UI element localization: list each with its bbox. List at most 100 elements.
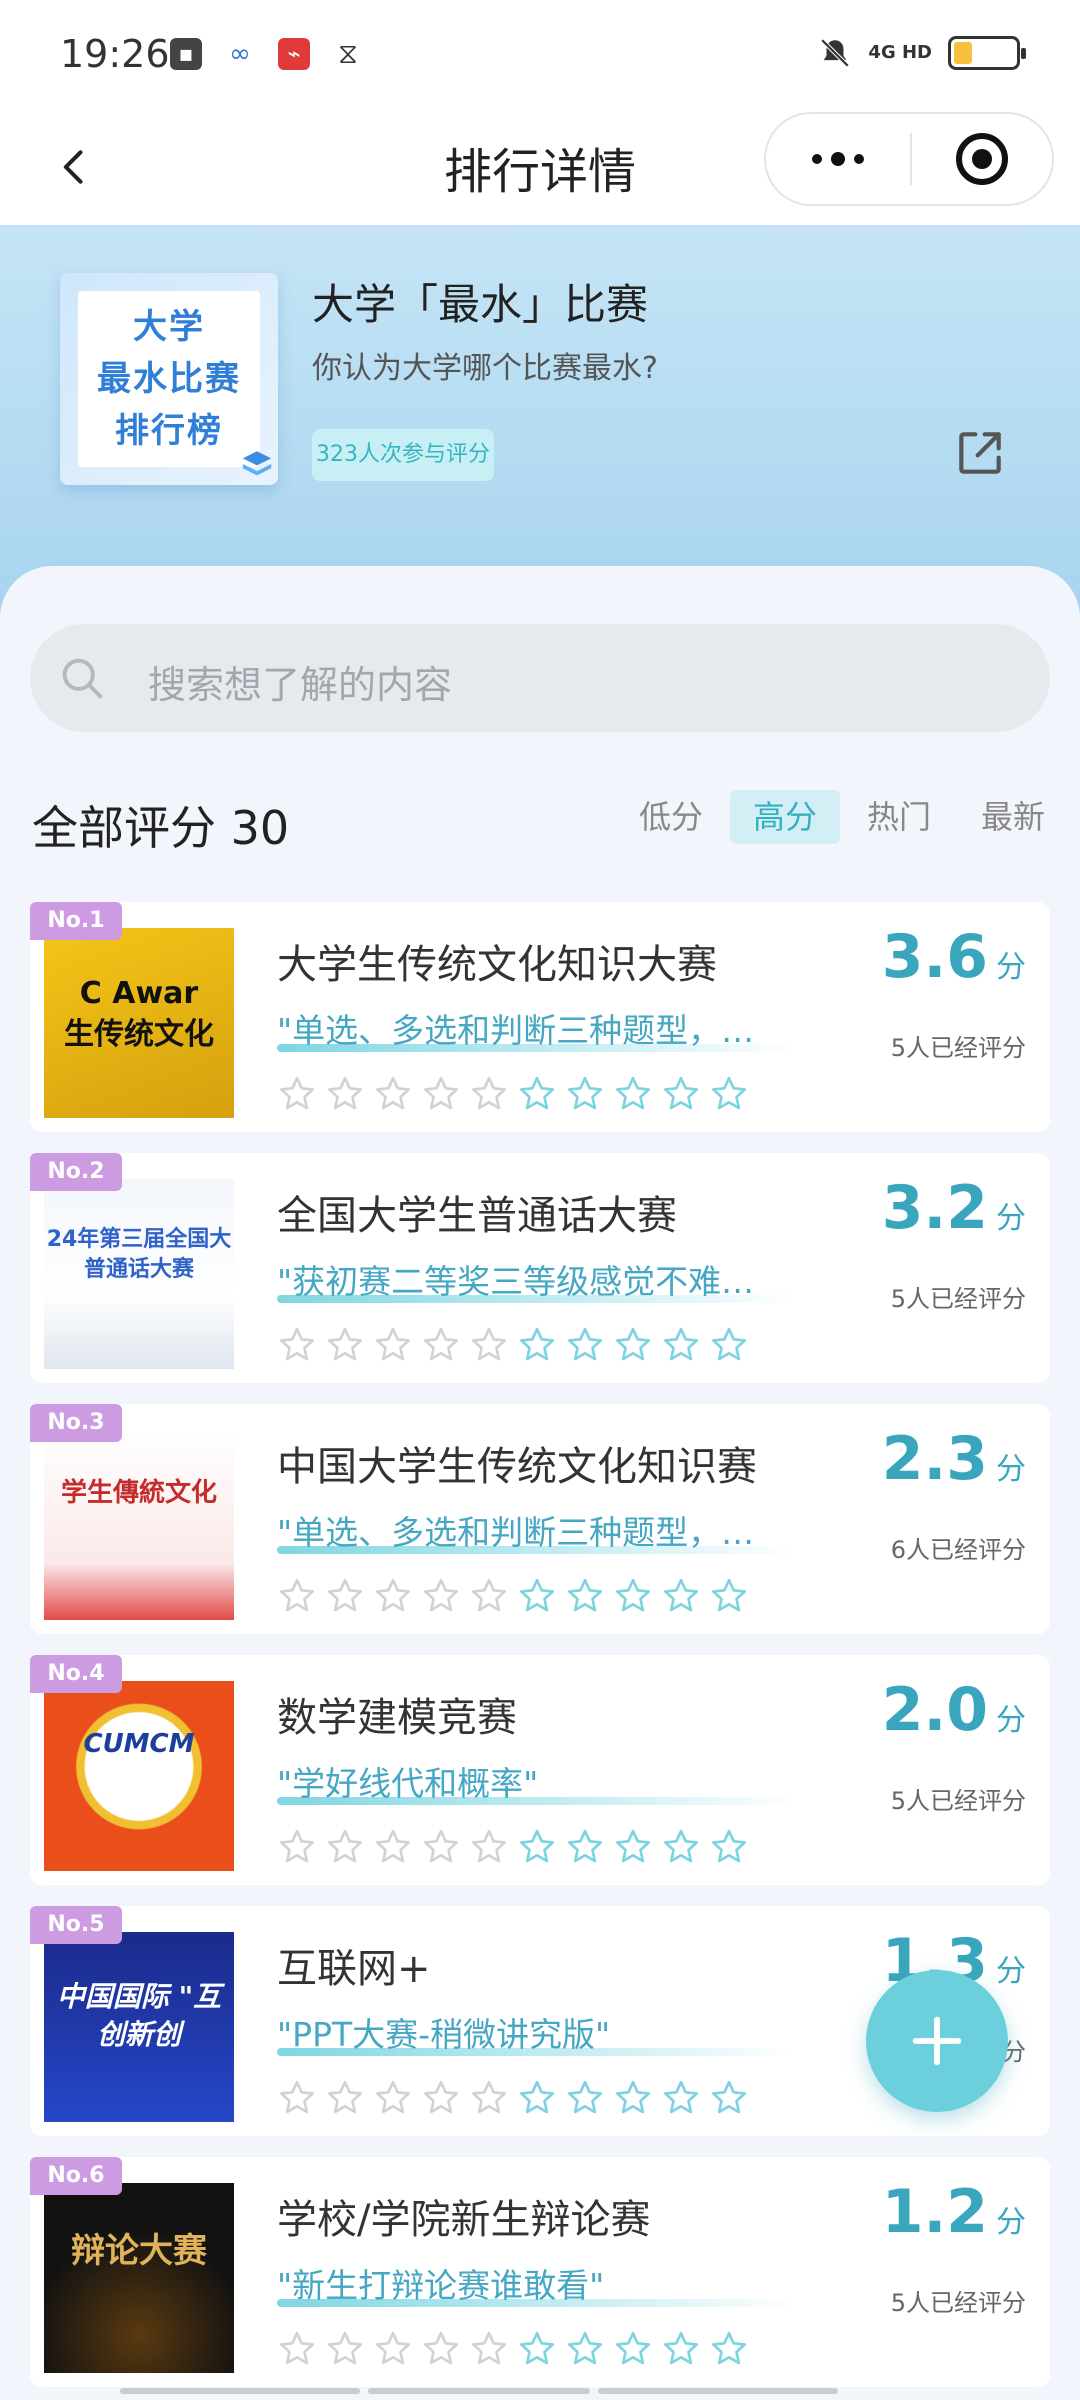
star-outline-icon[interactable] [277,2078,317,2118]
star-outline-icon[interactable] [613,2329,653,2369]
star-outline-icon[interactable] [421,2329,461,2369]
tab-high-score[interactable]: 高分 [730,790,840,844]
infinity-icon: ∞ [229,39,251,69]
item-top-comment[interactable]: "获初赛二等奖三等级感觉不难… [277,1255,797,1303]
star-outline-icon[interactable] [709,1074,749,1114]
star-outline-icon[interactable] [661,2329,701,2369]
star-outline-icon[interactable] [421,2078,461,2118]
star-outline-icon[interactable] [277,2329,317,2369]
star-outline-icon[interactable] [277,1827,317,1867]
star-outline-icon[interactable] [613,1576,653,1616]
star-outline-icon[interactable] [469,1576,509,1616]
star-outline-icon[interactable] [373,2329,413,2369]
star-outline-icon[interactable] [373,1325,413,1365]
ranking-item[interactable]: C Awar 生传统文化 No.1 大学生传统文化知识大赛 "单选、多选和判断三… [30,902,1050,1132]
star-outline-icon[interactable] [613,1827,653,1867]
ranking-item[interactable]: 辩论大赛 No.6 学校/学院新生辩论赛 "新生打辩论赛谁敢看" 1.2 分 5… [30,2157,1050,2387]
star-outline-icon[interactable] [517,1325,557,1365]
star-outline-icon[interactable] [469,1827,509,1867]
star-outline-icon[interactable] [373,2078,413,2118]
status-time: 19:26 [60,32,170,76]
star-outline-icon[interactable] [469,2329,509,2369]
star-outline-icon[interactable] [325,1325,365,1365]
tab-latest[interactable]: 最新 [958,790,1068,844]
star-outline-icon[interactable] [325,1576,365,1616]
star-outline-icon[interactable] [661,2078,701,2118]
star-outline-icon[interactable] [613,1325,653,1365]
star-outline-icon[interactable] [373,1074,413,1114]
star-outline-icon[interactable] [277,1074,317,1114]
star-outline-icon[interactable] [325,2078,365,2118]
star-outline-icon[interactable] [565,1325,605,1365]
star-outline-icon[interactable] [325,1827,365,1867]
item-top-comment[interactable]: "PPT大赛-稍微讲究版" [277,2008,797,2056]
star-outline-icon[interactable] [421,1827,461,1867]
star-outline-icon[interactable] [661,1576,701,1616]
thumbnail-caption: 24年第三届全国大 普通话大赛 [46,1227,232,1282]
score-value: 3.2 [881,1173,988,1243]
star-outline-icon[interactable] [565,1074,605,1114]
star-outline-icon[interactable] [517,1074,557,1114]
rating-stars[interactable] [277,1576,749,1616]
star-outline-icon[interactable] [517,2329,557,2369]
sort-tabs: 低分 高分 热门 最新 [612,790,1068,844]
star-outline-icon[interactable] [469,1325,509,1365]
search-input[interactable]: 搜索想了解的内容 [30,624,1050,732]
item-name: 中国大学生传统文化知识赛 [277,1444,757,1490]
star-outline-icon[interactable] [277,1576,317,1616]
mini-program-capsule [764,112,1054,206]
star-outline-icon[interactable] [565,1576,605,1616]
star-outline-icon[interactable] [517,1576,557,1616]
star-outline-icon[interactable] [517,2078,557,2118]
star-outline-icon[interactable] [613,1074,653,1114]
star-outline-icon[interactable] [661,1827,701,1867]
star-outline-icon[interactable] [373,1576,413,1616]
rating-stars[interactable] [277,1827,749,1867]
star-outline-icon[interactable] [661,1074,701,1114]
total-ratings-label: 全部评分 30 [32,801,290,855]
star-outline-icon[interactable] [709,1576,749,1616]
star-outline-icon[interactable] [709,1325,749,1365]
rating-stars[interactable] [277,2329,749,2369]
star-outline-icon[interactable] [613,2078,653,2118]
status-right: 4G HD [818,36,1026,70]
star-outline-icon[interactable] [517,1827,557,1867]
close-mini-program-button[interactable] [912,133,1052,185]
rating-stars[interactable] [277,2078,749,2118]
mute-bell-icon [821,38,850,68]
star-outline-icon[interactable] [661,1325,701,1365]
star-outline-icon[interactable] [709,1827,749,1867]
star-outline-icon[interactable] [709,2329,749,2369]
star-outline-icon[interactable] [277,1325,317,1365]
star-outline-icon[interactable] [565,2329,605,2369]
star-outline-icon[interactable] [325,1074,365,1114]
rating-stars[interactable] [277,1074,749,1114]
rating-stars[interactable] [277,1325,749,1365]
score-unit: 分 [996,2205,1026,2240]
ranking-item[interactable]: CUMCM No.4 数学建模竞赛 "学好线代和概率" 2.0 分 5人已经评分 [30,1655,1050,1885]
tab-low-score[interactable]: 低分 [616,790,726,844]
ranking-item[interactable]: 学生傳統文化 No.3 中国大学生传统文化知识赛 "单选、多选和判断三种题型，…… [30,1404,1050,1634]
star-outline-icon[interactable] [421,1325,461,1365]
cover-line: 排行榜 [115,411,223,451]
more-button[interactable] [766,114,910,204]
star-outline-icon[interactable] [565,1827,605,1867]
item-top-comment[interactable]: "单选、多选和判断三种题型，… [277,1506,797,1554]
star-outline-icon[interactable] [421,1074,461,1114]
item-top-comment[interactable]: "新生打辩论赛谁敢看" [277,2259,797,2307]
share-icon[interactable] [952,425,1008,481]
star-outline-icon[interactable] [565,2078,605,2118]
star-outline-icon[interactable] [325,2329,365,2369]
tab-popular[interactable]: 热门 [844,790,954,844]
star-outline-icon[interactable] [373,1827,413,1867]
item-name: 数学建模竞赛 [277,1695,517,1741]
star-outline-icon[interactable] [709,2078,749,2118]
item-top-comment[interactable]: "学好线代和概率" [277,1757,797,1805]
item-top-comment[interactable]: "单选、多选和判断三种题型，… [277,1004,797,1052]
ranking-item[interactable]: 24年第三届全国大 普通话大赛 No.2 全国大学生普通话大赛 "获初赛二等奖三… [30,1153,1050,1383]
add-rating-button[interactable] [866,1970,1008,2112]
battery-icon [948,36,1026,70]
star-outline-icon[interactable] [421,1576,461,1616]
star-outline-icon[interactable] [469,1074,509,1114]
star-outline-icon[interactable] [469,2078,509,2118]
